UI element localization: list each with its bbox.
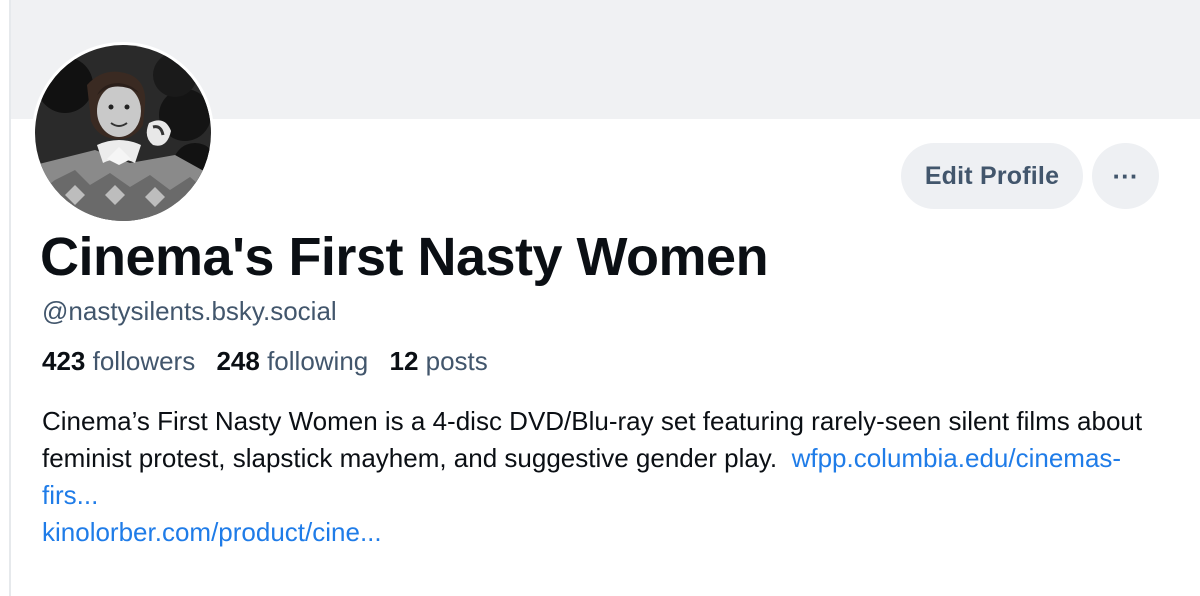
profile-stats: 423 followers 248 following 12 posts — [42, 346, 502, 377]
followers-label: followers — [92, 346, 196, 376]
profile-display-name: Cinema's First Nasty Women — [40, 227, 769, 287]
posts-label: posts — [425, 346, 488, 376]
profile-bio: Cinema’s First Nasty Women is a 4-disc D… — [42, 403, 1162, 551]
profile-handle[interactable]: @nastysilents.bsky.social — [42, 296, 337, 327]
following-label: following — [267, 346, 369, 376]
avatar-photo — [35, 45, 211, 221]
ellipsis-icon: ··· — [1112, 161, 1139, 191]
profile-page: Edit Profile ··· Cinema's First Nasty Wo… — [0, 0, 1200, 596]
followers-count: 423 — [42, 346, 86, 376]
posts-count: 12 — [389, 346, 419, 376]
following-link[interactable]: 248 following — [216, 346, 368, 376]
more-options-button[interactable]: ··· — [1092, 143, 1159, 209]
following-count: 248 — [216, 346, 260, 376]
posts-stat: 12 posts — [389, 346, 487, 376]
bio-link-kinolorber[interactable]: kinolorber.com/product/cine... — [42, 517, 382, 547]
edit-profile-button[interactable]: Edit Profile — [901, 143, 1083, 209]
avatar[interactable] — [32, 42, 214, 224]
followers-link[interactable]: 423 followers — [42, 346, 195, 376]
